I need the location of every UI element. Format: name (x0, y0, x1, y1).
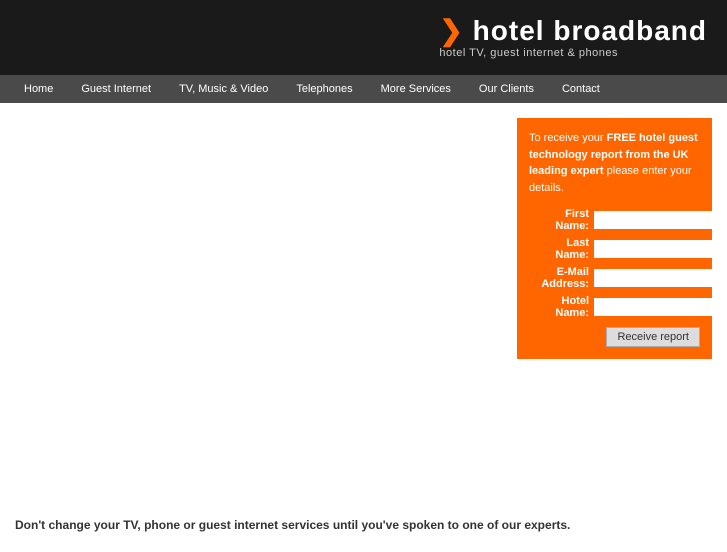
last-name-row: LastName: (529, 237, 700, 261)
nav-contact[interactable]: Contact (548, 75, 614, 103)
submit-row: Receive report (529, 327, 700, 347)
main-content: To receive your FREE hotel guest technol… (0, 103, 727, 503)
logo-subtitle: hotel TV, guest internet & phones (439, 47, 618, 59)
form-intro: To receive your FREE hotel guest technol… (529, 130, 700, 196)
email-label: E-MailAddress: (529, 266, 594, 290)
email-input[interactable] (594, 269, 727, 287)
first-name-label: FirstName: (529, 208, 594, 232)
receive-report-button[interactable]: Receive report (606, 327, 700, 347)
last-name-input[interactable] (594, 240, 727, 258)
hotel-name-label: HotelName: (529, 295, 594, 319)
header: ❯ hotel broadband hotel TV, guest intern… (0, 0, 727, 75)
logo-title: ❯ hotel broadband (439, 16, 707, 47)
first-name-row: FirstName: (529, 208, 700, 232)
hotel-name-row: HotelName: (529, 295, 700, 319)
nav-our-clients[interactable]: Our Clients (465, 75, 548, 103)
email-row: E-MailAddress: (529, 266, 700, 290)
right-panel: To receive your FREE hotel guest technol… (517, 118, 712, 488)
nav-more-services[interactable]: More Services (367, 75, 465, 103)
first-name-input[interactable] (594, 211, 727, 229)
nav-guest-internet[interactable]: Guest Internet (67, 75, 165, 103)
logo-arrow: ❯ (439, 15, 463, 46)
nav-home[interactable]: Home (10, 75, 67, 103)
hotel-name-input[interactable] (594, 298, 727, 316)
left-content (15, 118, 517, 488)
form-box: To receive your FREE hotel guest technol… (517, 118, 712, 359)
logo-area: ❯ hotel broadband hotel TV, guest intern… (439, 16, 707, 59)
nav-telephones[interactable]: Telephones (282, 75, 366, 103)
navbar: Home Guest Internet TV, Music & Video Te… (0, 75, 727, 103)
nav-tv-music-video[interactable]: TV, Music & Video (165, 75, 282, 103)
last-name-label: LastName: (529, 237, 594, 261)
form-intro-text: To receive your (529, 132, 607, 144)
